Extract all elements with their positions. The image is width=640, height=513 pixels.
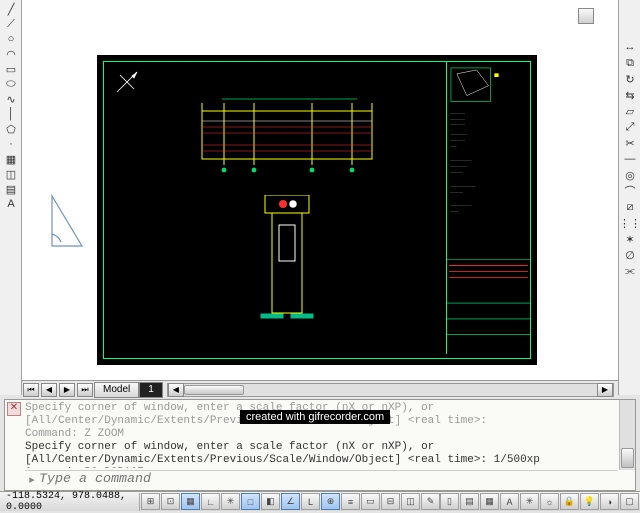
text-icon[interactable]: A (1, 197, 21, 211)
explode-icon[interactable]: ✶ (620, 232, 640, 246)
polar-icon[interactable]: ✳ (221, 493, 240, 510)
rectangle-icon[interactable]: ▭ (1, 62, 21, 76)
svg-text:██: ██ (494, 73, 499, 77)
status-bar: -118.5324, 978.0488, 0.0000 ⊞⊡▦∟✳□◧∠L⊕≡▭… (0, 491, 640, 511)
mirror-icon[interactable]: ⇆ (620, 88, 640, 102)
command-input-row: ▸ (25, 470, 617, 488)
quick-view-drawings-icon[interactable]: ▦ (480, 493, 499, 510)
join-icon[interactable]: ⫘ (620, 264, 640, 278)
sc-icon[interactable]: ◫ (401, 493, 420, 510)
trim-icon[interactable]: ✂ (620, 136, 640, 150)
svg-text:———————: ——————— (450, 124, 466, 126)
lwt-icon[interactable]: ≡ (341, 493, 360, 510)
plan-view-drawing: —— (192, 95, 387, 175)
tab-prev-icon[interactable]: ◀ (41, 383, 57, 397)
north-arrow-icon (112, 67, 142, 97)
polyline-icon[interactable]: ⟋ (1, 17, 21, 31)
svg-text:———————: ——————— (450, 118, 466, 120)
region-icon[interactable]: ◫ (1, 167, 21, 181)
tab-model[interactable]: Model (94, 382, 139, 398)
angle-preview (48, 190, 86, 250)
svg-text:——————: —————— (450, 191, 464, 193)
3dosnap-icon[interactable]: ◧ (261, 493, 280, 510)
draw-toolbar: ╱⟋○◠▭⬭∿│⬠·▦◫▤A (0, 0, 22, 395)
svg-text:————————: ———————— (450, 166, 468, 168)
svg-text:————————: ———————— (450, 134, 468, 136)
hardware-accel-icon[interactable]: 💡 (580, 493, 599, 510)
table-icon[interactable]: ▤ (1, 182, 21, 196)
array-icon[interactable]: ⋮⋮ (620, 216, 640, 230)
annotation-scale-icon[interactable]: A (500, 493, 519, 510)
osnap-icon[interactable]: □ (241, 493, 260, 510)
infer-constraints-icon[interactable]: ⊞ (141, 493, 160, 510)
am-icon[interactable]: ✎ (421, 493, 440, 510)
horizontal-scrollbar[interactable]: ◀ ▶ (167, 383, 614, 397)
command-prompt-icon: ▸ (25, 473, 39, 487)
elevation-view-drawing (247, 195, 327, 325)
model-paper-toggle[interactable]: ▯ (440, 493, 459, 510)
point-icon[interactable]: · (1, 137, 21, 151)
copy-icon[interactable]: ⧉ (620, 56, 640, 70)
svg-text:———: ——— (450, 146, 457, 148)
paperspace-sheet: —— (97, 55, 537, 365)
tab-next-icon[interactable]: ▶ (59, 383, 75, 397)
chamfer-icon[interactable]: ⧄ (620, 200, 640, 214)
workspace-icon[interactable]: ☼ (540, 493, 559, 510)
scroll-thumb[interactable] (184, 385, 244, 395)
offset-icon[interactable]: ◎ (620, 168, 640, 182)
svg-text:——————: —————— (450, 172, 464, 174)
move-icon[interactable]: ↔ (620, 40, 640, 54)
scroll-left-icon[interactable]: ◀ (168, 383, 184, 397)
tab-last-icon[interactable]: ⏭ (77, 383, 93, 397)
qp-icon[interactable]: ⊟ (381, 493, 400, 510)
watermark-label: created with gifrecorder.com (240, 410, 390, 424)
grid-icon[interactable]: ▦ (181, 493, 200, 510)
modify-toolbar: ↔ ⧉ ↻ ⇆ ▱ ⤢ ✂ — ◎ ⌒ ⧄ ⋮⋮ ✶ ∅ ⫘ (618, 0, 640, 395)
quick-view-layouts-icon[interactable]: ▤ (460, 493, 479, 510)
extend-icon[interactable]: — (620, 152, 640, 166)
layout-tab-bar: ⏮ ◀ ▶ ⏭ Model 1 ◀ ▶ (22, 380, 618, 398)
ortho-icon[interactable]: ∟ (201, 493, 220, 510)
isolate-icon[interactable]: ◑ (600, 493, 619, 510)
drawing-canvas[interactable]: —— (22, 0, 618, 380)
clean-screen-icon[interactable]: ▢ (620, 493, 639, 510)
ellipse-icon[interactable]: ⬭ (1, 77, 21, 91)
tab-layout-1[interactable]: 1 (139, 382, 163, 398)
svg-text:———————: ——————— (450, 112, 466, 114)
toolbar-lock-icon[interactable]: 🔒 (560, 493, 579, 510)
close-icon[interactable]: ✕ (7, 402, 21, 416)
scale-icon[interactable]: ▱ (620, 104, 640, 118)
dyn-icon[interactable]: ⊕ (321, 493, 340, 510)
scroll-right-icon[interactable]: ▶ (597, 383, 613, 397)
command-input[interactable] (39, 472, 617, 487)
hatch-icon[interactable]: ▦ (1, 152, 21, 166)
title-block: —————————————— ——————————————— —————————… (446, 62, 530, 354)
svg-text:——————————: —————————— (450, 160, 472, 162)
line-icon[interactable]: ╱ (1, 2, 21, 16)
fillet-icon[interactable]: ⌒ (620, 184, 640, 198)
snap-icon[interactable]: ⊡ (161, 493, 180, 510)
stretch-icon[interactable]: ⤢ (620, 120, 640, 134)
polygon-icon[interactable]: ⬠ (1, 122, 21, 136)
erase-icon[interactable]: ∅ (620, 248, 640, 262)
coordinates-readout[interactable]: -118.5324, 978.0488, 0.0000 (0, 493, 140, 511)
rotate-icon[interactable]: ↻ (620, 72, 640, 86)
circle-icon[interactable]: ○ (1, 32, 21, 46)
annotation-visibility-icon[interactable]: ✳ (520, 493, 539, 510)
construction-line-icon[interactable]: │ (1, 107, 21, 121)
otrack-icon[interactable]: ∠ (281, 493, 300, 510)
svg-text:——————————: —————————— (450, 205, 472, 207)
tpy-icon[interactable]: ▭ (361, 493, 380, 510)
svg-text:————: ———— (450, 211, 459, 213)
arc-icon[interactable]: ◠ (1, 47, 21, 61)
tab-first-icon[interactable]: ⏮ (23, 383, 39, 397)
svg-text:———————: ——————— (450, 140, 466, 142)
command-scrollbar[interactable] (619, 400, 635, 470)
spline-icon[interactable]: ∿ (1, 92, 21, 106)
view-cube-placeholder[interactable] (578, 8, 594, 24)
ducs-icon[interactable]: L (301, 493, 320, 510)
svg-text:————————————: ———————————— (450, 185, 477, 187)
